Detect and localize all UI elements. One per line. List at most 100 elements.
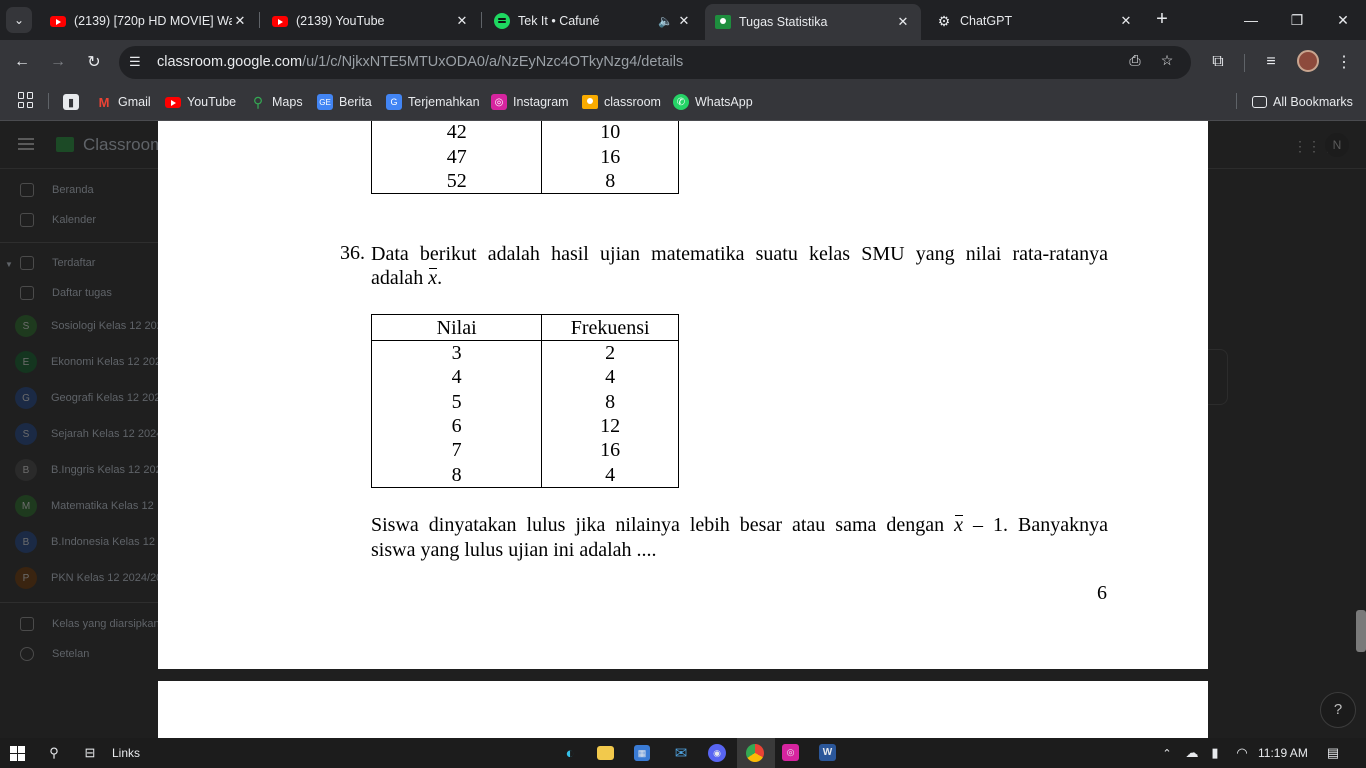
instagram-icon[interactable]: ◎	[782, 744, 799, 761]
bookmark-instagram[interactable]: ◎ Instagram	[491, 92, 569, 112]
tab-youtube-movie[interactable]: (2139) [720p HD MOVIE] Wa ✕	[40, 6, 258, 36]
puzzle-icon: ⧉	[1212, 53, 1224, 70]
reload-icon: ↻	[87, 54, 101, 71]
page-number: 6	[1097, 582, 1107, 604]
table-row: 84	[370, 462, 679, 488]
more-vert-icon: ⋮	[1336, 54, 1352, 71]
class-avatar: B	[15, 531, 37, 553]
minimize-button[interactable]: —	[1228, 0, 1274, 40]
sidebar-item-todo[interactable]: Daftar tugas	[0, 275, 158, 311]
word-icon[interactable]: W	[819, 744, 836, 761]
sidebar-class-item[interactable]: M Matematika Kelas 12	[0, 488, 158, 524]
store-icon[interactable]: ▦	[634, 745, 650, 761]
install-app-icon[interactable]: ⎙	[1125, 52, 1145, 72]
tab-search-button[interactable]: ⌄	[6, 7, 32, 33]
classroom-title[interactable]: Classroom	[83, 135, 164, 155]
extensions-button[interactable]: ⧉	[1204, 48, 1232, 76]
chrome-icon[interactable]	[746, 744, 764, 762]
tab-spotify[interactable]: Tek It • Cafuné 🔈 ✕	[484, 6, 702, 36]
links-toolbar[interactable]: Links	[112, 746, 140, 760]
youtube-icon	[165, 94, 181, 110]
windows-taskbar: ⚲ ⊟ Links ◐ ▦ ✉ ◉ ◎ W ⌃ ☁ ▮ ◠ 11:19 AM ▤	[0, 738, 1366, 768]
onedrive-icon[interactable]: ☁	[1182, 743, 1202, 763]
hamburger-menu-icon[interactable]	[18, 138, 34, 150]
search-icon[interactable]: ⚲	[44, 743, 64, 763]
arrow-right-icon: →	[50, 53, 66, 70]
sidebar-class-item[interactable]: B B.Inggris Kelas 12 2024	[0, 452, 158, 488]
sidebar-class-item[interactable]: S Sosiologi Kelas 12 2024	[0, 308, 158, 344]
back-button[interactable]: ←	[8, 48, 36, 76]
profile-avatar[interactable]	[1297, 50, 1319, 72]
calendar-icon	[20, 213, 34, 227]
site-settings-icon[interactable]: ☰	[129, 54, 145, 70]
x-bar-symbol: x	[428, 267, 438, 289]
sidebar-item-calendar[interactable]: Kalender	[0, 202, 158, 238]
address-bar[interactable]: ☰ classroom.google.com/u/1/c/NjkxNTE5MTU…	[119, 46, 1191, 79]
bookmark-maps[interactable]: ⚲ Maps	[250, 92, 303, 112]
close-icon[interactable]: ✕	[895, 14, 911, 30]
reload-button[interactable]: ↻	[80, 48, 108, 76]
scrollbar-thumb[interactable]	[1356, 610, 1366, 652]
playlist-icon: ≡	[1266, 53, 1276, 70]
user-avatar[interactable]: N	[1325, 133, 1349, 157]
clock[interactable]: 11:19 AM	[1258, 746, 1308, 760]
sidebar-class-item[interactable]: G Geografi Kelas 12 2024	[0, 380, 158, 416]
notifications-icon[interactable]: ▤	[1323, 743, 1343, 763]
tab-chatgpt[interactable]: ⚙ ChatGPT ✕	[926, 6, 1144, 36]
windows-start-icon[interactable]	[10, 746, 25, 761]
speaker-icon[interactable]: 🔈	[658, 14, 676, 28]
bookmark-youtube[interactable]: YouTube	[165, 92, 236, 112]
microphone-icon[interactable]: ▮	[1205, 743, 1225, 763]
sidebar-class-item[interactable]: E Ekonomi Kelas 12 2024	[0, 344, 158, 380]
bookmark-gmail[interactable]: M Gmail	[96, 92, 151, 112]
close-icon[interactable]: ✕	[676, 13, 692, 29]
close-icon[interactable]: ✕	[1118, 13, 1134, 29]
restore-button[interactable]: ❐	[1274, 0, 1320, 40]
new-tab-button[interactable]: +	[1150, 8, 1174, 32]
mail-icon[interactable]: ✉	[671, 743, 691, 763]
tab-strip: ⌄ (2139) [720p HD MOVIE] Wa ✕ (2139) You…	[0, 0, 1366, 40]
edge-icon[interactable]: ◐	[560, 743, 580, 763]
class-avatar: G	[15, 387, 37, 409]
tab-tugas-statistika[interactable]: Tugas Statistika ✕	[705, 4, 921, 40]
wifi-icon[interactable]: ◠	[1232, 743, 1252, 763]
bookmark-terjemahkan[interactable]: G Terjemahkan	[386, 92, 480, 112]
sidebar-class-item[interactable]: PPKN Kelas 12 2024/2025	[0, 560, 158, 596]
class-avatar: M	[15, 495, 37, 517]
close-icon[interactable]: ✕	[454, 13, 470, 29]
gmail-icon: M	[98, 94, 110, 110]
sidebar-class-item[interactable]: B B.Indonesia Kelas 12	[0, 524, 158, 560]
file-explorer-icon[interactable]	[597, 746, 614, 760]
question-paragraph-line-2: siswa yang lulus ujian ini adalah ....	[371, 539, 657, 561]
discord-icon[interactable]: ◉	[708, 744, 726, 762]
bookmark-star-icon[interactable]: ☆	[1157, 52, 1177, 72]
sidebar-class-item[interactable]: S Sejarah Kelas 12 2024	[0, 416, 158, 452]
news-icon: GE	[317, 94, 333, 110]
media-controls-button[interactable]: ≡	[1257, 48, 1285, 76]
question-line-2: adalah x.	[371, 267, 443, 289]
table-row: 58	[370, 389, 679, 414]
apps-icon[interactable]	[18, 92, 34, 108]
bookmark-icon: ▮	[63, 94, 79, 110]
folder-icon	[1252, 96, 1267, 108]
home-icon	[20, 183, 34, 197]
class-avatar: E	[15, 351, 37, 373]
sidebar-item-settings[interactable]: Setelan	[0, 636, 158, 672]
url-text[interactable]: classroom.google.com/u/1/c/NjkxNTE5MTUxO…	[157, 54, 683, 70]
bookmark-reading-list[interactable]: ▮	[63, 92, 85, 112]
close-window-button[interactable]: ✕	[1320, 0, 1366, 40]
bookmark-berita[interactable]: GE Berita	[317, 92, 372, 112]
class-avatar: S	[15, 315, 37, 337]
menu-button[interactable]: ⋮	[1330, 48, 1358, 76]
forward-button[interactable]: →	[44, 48, 72, 76]
table-header-row: Nilai Frekuensi	[370, 314, 679, 341]
bookmark-classroom[interactable]: classroom	[582, 92, 661, 112]
tab-youtube[interactable]: (2139) YouTube ✕	[262, 6, 480, 36]
help-button[interactable]: ?	[1320, 692, 1356, 728]
close-icon[interactable]: ✕	[232, 13, 248, 29]
chevron-up-icon[interactable]: ⌃	[1157, 743, 1177, 763]
all-bookmarks-button[interactable]: All Bookmarks	[1252, 92, 1353, 112]
page-content: Classroom ⋮⋮⋮ N Beranda Kalender ▼ Terda…	[0, 121, 1366, 738]
task-view-icon[interactable]: ⊟	[80, 743, 100, 763]
bookmark-whatsapp[interactable]: ✆ WhatsApp	[673, 92, 753, 112]
